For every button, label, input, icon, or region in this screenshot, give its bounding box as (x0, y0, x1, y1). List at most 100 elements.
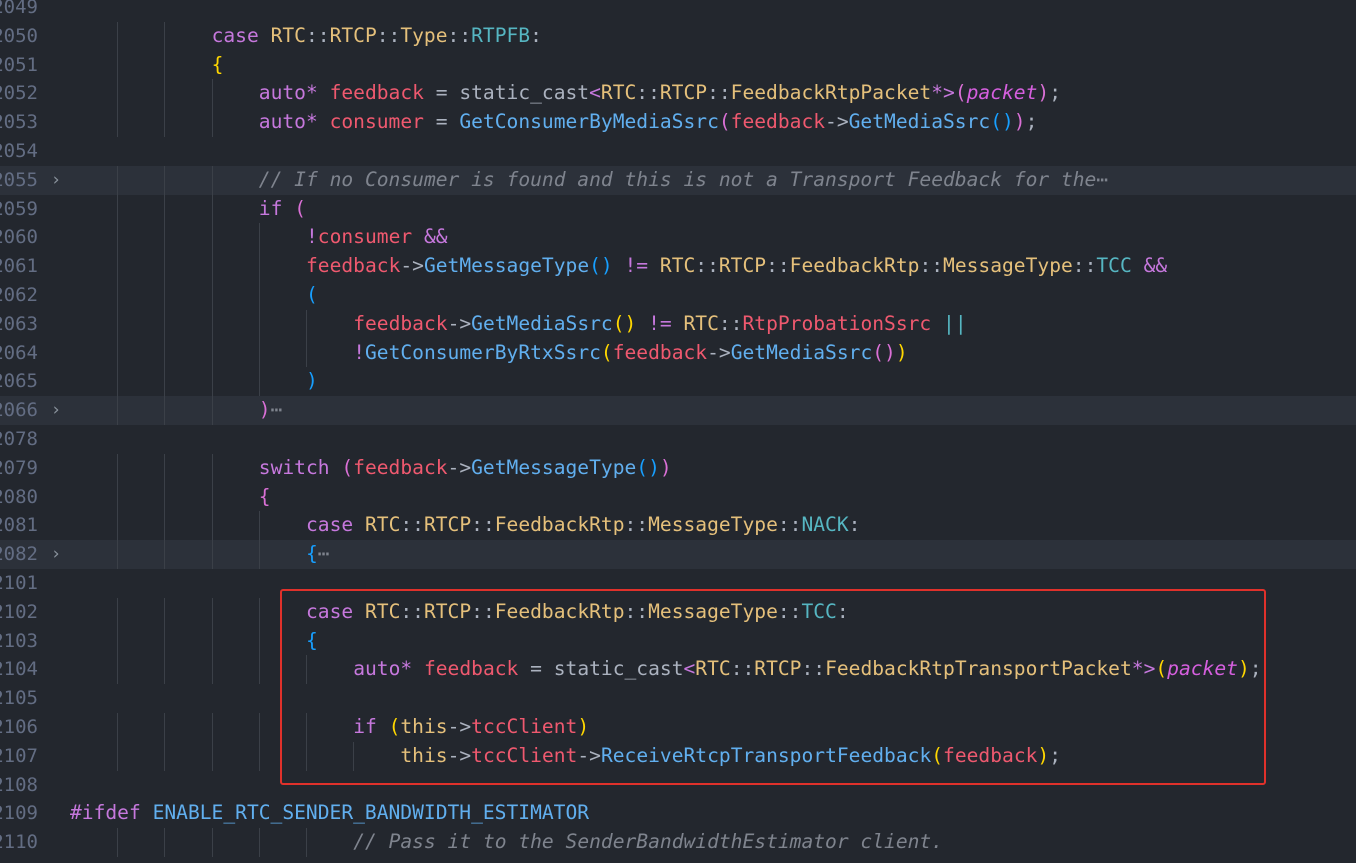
line-number: 2107 (0, 744, 38, 767)
line-number: 2052 (0, 82, 38, 105)
code-token: FeedbackRtpPacket (730, 81, 932, 105)
line-number: 2103 (0, 629, 38, 652)
line-number: 2066 (0, 399, 38, 422)
code-token: :: (1072, 254, 1097, 278)
code-token: feedback (329, 81, 424, 105)
indent-guide (211, 540, 213, 569)
code-line[interactable]: 2082 › {⋯ (0, 540, 1356, 569)
code-token: * (931, 81, 944, 105)
indent-guide (211, 828, 213, 857)
code-line[interactable]: 2061 feedback->GetMessageType() != RTC::R… (0, 252, 1356, 281)
code-token: case (211, 23, 259, 47)
code-line[interactable]: 2062 ( (0, 281, 1356, 310)
fold-chevron-icon[interactable]: › (48, 540, 64, 569)
code-line[interactable]: 2054 (0, 137, 1356, 166)
code-token: RtpProbationSsrc (742, 311, 932, 335)
code-line[interactable]: 2080 { (0, 482, 1356, 512)
fold-chevron-icon[interactable]: › (48, 396, 64, 425)
indent-guide (117, 453, 119, 483)
indent-guide (211, 223, 213, 253)
code-line[interactable]: 2066 › )⋯ (0, 396, 1356, 425)
code-text: feedback->GetMediaSsrc() != RTC::RtpProb… (353, 310, 966, 339)
code-line[interactable]: 2065) (0, 367, 1356, 397)
code-text: !GetConsumerByRtxSsrc(feedback->GetMedia… (353, 339, 907, 368)
indent-guide (306, 338, 307, 368)
indent-guide (117, 713, 119, 742)
code-token: * (305, 81, 318, 105)
line-number: 2053 (0, 111, 38, 134)
code-token: ) (659, 455, 672, 479)
code-line[interactable]: 2049 (0, 0, 1356, 22)
code-token: () (990, 110, 1014, 134)
code-token: * (305, 110, 318, 134)
code-token: :: (447, 23, 472, 47)
code-line[interactable]: 2079 switch (feedback->GetMessageType()) (0, 453, 1356, 483)
code-editor[interactable]: 20492050case RTC::RTCP::Type::RTPFB:2051… (0, 0, 1356, 863)
indent-guide (117, 655, 119, 685)
indent-guide (211, 367, 213, 397)
code-line[interactable]: 2110 // Pass it to the SenderBandwidthEst… (0, 828, 1356, 857)
code-line[interactable]: 2064!GetConsumerByRtxSsrc(feedback->GetM… (0, 338, 1356, 368)
code-line[interactable]: 2078 (0, 425, 1356, 454)
code-line[interactable]: 2053 auto* consumer = GetConsumerByMediaS… (0, 108, 1356, 137)
indent-guide (164, 79, 166, 109)
code-token: :: (376, 23, 401, 47)
code-token: -> (447, 455, 472, 479)
code-token: ( (294, 196, 306, 220)
code-line[interactable]: 2051 { (0, 50, 1356, 80)
code-line[interactable]: 2060!consumer && (0, 223, 1356, 253)
code-text: )⋯ (259, 396, 283, 425)
code-token: feedback (353, 455, 448, 479)
code-token: ; (1049, 81, 1061, 105)
indent-guide (117, 511, 119, 541)
code-token: :: (707, 81, 731, 105)
indent-guide (211, 482, 213, 512)
code-token: GetMediaSsrc (471, 311, 613, 335)
indent-guide (164, 194, 166, 224)
indent-guide (164, 626, 166, 656)
indent-guide (258, 281, 260, 310)
indent-guide (164, 281, 166, 310)
code-token: && (1143, 254, 1168, 278)
line-number: 2054 (0, 140, 38, 162)
indent-guide (117, 252, 119, 281)
code-line[interactable]: 2055 › // If no Consumer is found and this… (0, 165, 1356, 195)
indent-guide (211, 655, 213, 685)
indent-guide (258, 309, 260, 339)
folded-ellipsis[interactable]: ⋯ (271, 398, 283, 421)
folded-ellipsis[interactable]: ⋯ (1096, 168, 1108, 191)
indent-guide (164, 108, 166, 137)
indent-guide (164, 655, 166, 685)
code-token: ) (1013, 110, 1026, 134)
indent-guide (164, 223, 166, 253)
code-text: if ( (259, 195, 306, 224)
folded-ellipsis[interactable]: ⋯ (318, 542, 330, 565)
code-line[interactable]: 2052 auto* feedback = static_cast<RTC::RT… (0, 79, 1356, 109)
code-token: > (943, 81, 955, 105)
indent-guide (164, 511, 166, 541)
code-text: auto* feedback = static_cast<RTC::RTCP::… (259, 79, 1061, 108)
code-token: :: (919, 254, 944, 278)
code-line[interactable]: 2063 feedback->GetMediaSsrc() != RTC::Rtp… (0, 309, 1356, 339)
code-token: RTC (270, 23, 306, 47)
code-line[interactable]: 2050 case RTC::RTCP::Type::RTPFB: (0, 21, 1356, 51)
code-text: !consumer && (306, 223, 448, 252)
code-token: RTCP (718, 254, 767, 278)
code-token: < (589, 81, 601, 105)
indent-guide (164, 165, 166, 195)
indent-guide (211, 597, 213, 627)
line-number: 2102 (0, 600, 38, 623)
code-line[interactable]: 2081 case RTC::RTCP::FeedbackRtp::Message… (0, 511, 1356, 541)
line-number: 2059 (0, 197, 38, 220)
line-number: 2079 (0, 456, 38, 479)
indent-guide (117, 108, 119, 137)
code-token: GetConsumerByMediaSsrc (459, 110, 719, 134)
code-token: = (423, 81, 460, 105)
code-line[interactable]: 2109 #ifdef ENABLE_RTC_SENDER_BANDWIDTH_E… (0, 799, 1356, 828)
code-token: () (612, 311, 637, 335)
code-line[interactable]: 2059 if ( (0, 194, 1356, 224)
code-token: TCC (1096, 254, 1132, 278)
code-token: ( (600, 340, 613, 364)
fold-chevron-icon[interactable]: › (48, 166, 64, 195)
